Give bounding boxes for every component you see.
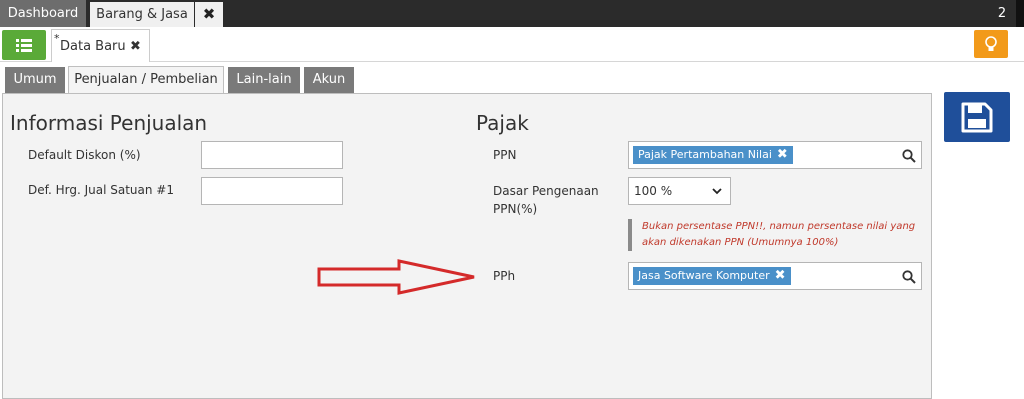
- document-tab-bar: [0, 27, 1024, 62]
- search-icon[interactable]: [901, 269, 917, 285]
- list-icon: [16, 39, 32, 52]
- remove-pph-icon[interactable]: ✖: [775, 268, 786, 283]
- pph-tag: Jasa Software Komputer ✖: [633, 267, 791, 285]
- ppn-select[interactable]: Pajak Pertambahan Nilai ✖: [628, 141, 922, 169]
- save-button[interactable]: [944, 92, 1010, 142]
- data-baru-label: Data Baru: [60, 39, 126, 54]
- close-tab-button[interactable]: ✖: [195, 2, 223, 27]
- dasar-pengenaan-value: 100 %: [634, 184, 673, 198]
- search-icon[interactable]: [901, 148, 917, 164]
- remove-ppn-icon[interactable]: ✖: [777, 147, 788, 162]
- unsaved-marker: *: [54, 32, 60, 45]
- top-right-block: [1016, 0, 1024, 27]
- tab-penjualan-pembelian[interactable]: Penjualan / Pembelian: [68, 66, 224, 94]
- ppn-label: PPN: [493, 148, 517, 162]
- arrow-right-icon: [317, 259, 475, 295]
- dasar-pengenaan-select[interactable]: 100 %: [628, 177, 731, 205]
- dasar-pengenaan-label-line2: PPN(%): [493, 202, 538, 216]
- tab-barang-jasa[interactable]: Barang & Jasa: [90, 2, 194, 27]
- informasi-penjualan-heading: Informasi Penjualan: [10, 111, 208, 135]
- harga-jual-label: Def. Hrg. Jual Satuan #1: [28, 183, 174, 197]
- ppn-hint-line1: Bukan persentase PPN!!, namun persentase…: [642, 221, 916, 232]
- tab-akun[interactable]: Akun: [304, 67, 354, 93]
- default-diskon-input[interactable]: [201, 141, 343, 169]
- floppy-disk-icon: [961, 102, 993, 133]
- lightbulb-icon: [985, 36, 997, 51]
- chevron-down-icon: [712, 178, 722, 215]
- ppn-hint-note: Bukan persentase PPN!!, namun persentase…: [628, 219, 928, 251]
- pph-label: PPh: [493, 269, 516, 283]
- pph-select[interactable]: Jasa Software Komputer ✖: [628, 262, 922, 290]
- default-diskon-label: Default Diskon (%): [28, 148, 141, 162]
- window-count[interactable]: 2: [990, 0, 1014, 27]
- ppn-hint-line2: akan dikenakan PPN (Umumnya 100%): [642, 237, 839, 248]
- harga-jual-input[interactable]: [201, 177, 343, 205]
- pph-tag-label: Jasa Software Komputer: [638, 269, 770, 282]
- menu-button[interactable]: [2, 30, 46, 60]
- dasar-pengenaan-label-line1: Dasar Pengenaan: [493, 184, 599, 198]
- pajak-heading: Pajak: [476, 111, 529, 135]
- data-baru-tab[interactable]: * Data Baru ✖: [51, 29, 150, 62]
- tab-umum[interactable]: Umum: [5, 67, 65, 93]
- ppn-tag: Pajak Pertambahan Nilai ✖: [633, 146, 793, 164]
- tab-lain-lain[interactable]: Lain-lain: [228, 67, 300, 93]
- tips-button[interactable]: [974, 30, 1008, 58]
- tab-dashboard[interactable]: Dashboard: [0, 0, 86, 27]
- close-data-tab-icon[interactable]: ✖: [130, 30, 141, 63]
- ppn-tag-label: Pajak Pertambahan Nilai: [638, 148, 772, 161]
